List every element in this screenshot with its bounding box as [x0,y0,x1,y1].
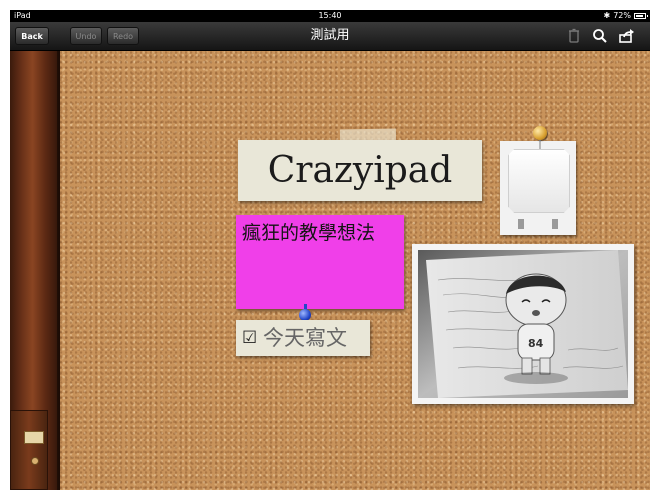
drawer-button[interactable] [10,410,48,490]
drawer-knob-icon [31,457,39,465]
blank-card-note[interactable] [500,141,576,235]
figurine-number: 84 [528,337,544,350]
search-icon[interactable] [592,28,608,44]
card-tab-icon [552,219,558,229]
battery-percent: 72% [613,11,631,20]
status-bar: iPad 15:40 ✱ 72% [10,10,650,22]
battery-icon [634,13,648,19]
todo-note-text: 今天寫文 [263,326,347,350]
pushpin-icon [533,126,547,140]
photo-image: 84 [418,250,628,398]
pink-note-text: 瘋狂的教學想法 [242,222,376,244]
drawer-label-icon [24,431,44,444]
checkbox-checked-icon[interactable]: ☑ [242,328,257,348]
title-note[interactable]: Crazyipad [238,140,482,201]
pink-sticky-note[interactable]: 瘋狂的教學想法 [236,215,404,309]
bluetooth-icon: ✱ [603,11,611,20]
ipad-screen: iPad 15:40 ✱ 72% Back Undo Redo 測試用 Craz… [10,10,650,490]
status-right: ✱ 72% [603,10,648,22]
blank-card-inner [508,149,570,213]
todo-note[interactable]: ☑ 今天寫文 [236,320,370,356]
status-time: 15:40 [318,11,342,20]
share-icon[interactable] [618,28,634,44]
card-tab-icon [518,219,524,229]
photo-note[interactable]: 84 [412,244,634,404]
page-title: 測試用 [310,28,350,43]
navigation-bar: Back Undo Redo 測試用 [10,22,650,51]
trash-icon[interactable] [566,28,582,44]
